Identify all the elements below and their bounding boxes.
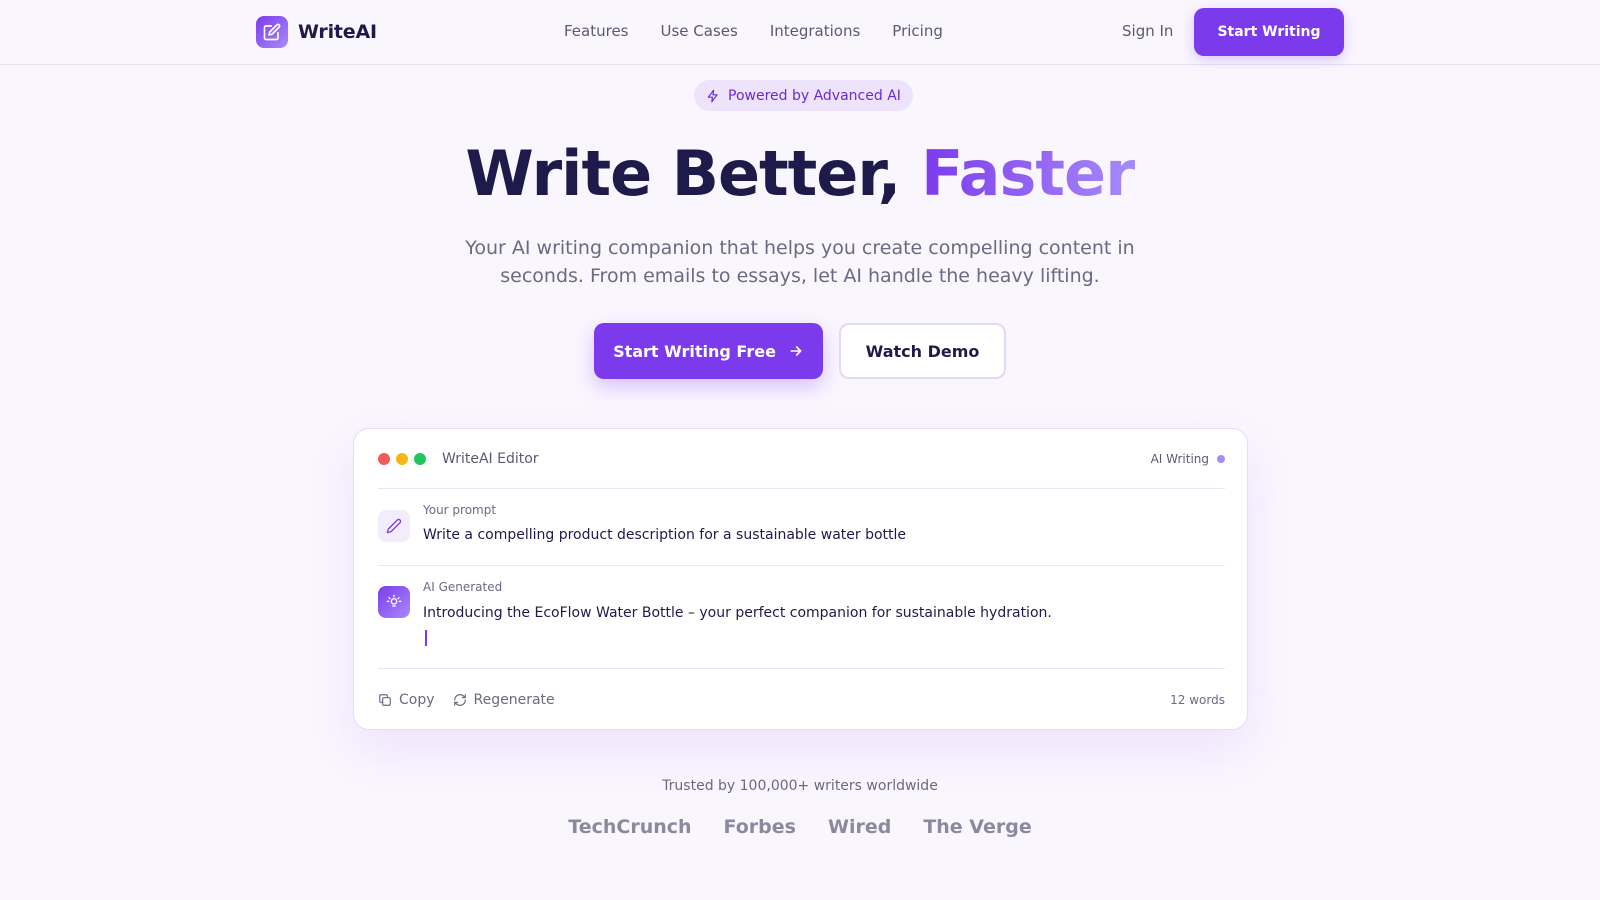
prompt-label: Your prompt [423, 503, 497, 517]
powered-badge: Powered by Advanced AI [694, 80, 913, 111]
copy-label: Copy [399, 692, 435, 708]
logo[interactable]: WriteAI [256, 16, 377, 48]
brand-forbes: Forbes [723, 816, 796, 838]
edit-logo-icon [256, 16, 288, 48]
badge-text: Powered by Advanced AI [728, 87, 901, 104]
editor-header: WriteAI Editor AI Writing [378, 429, 1225, 489]
editor-title: WriteAI Editor [442, 450, 539, 467]
window-dot-red [378, 452, 390, 465]
arrow-right-icon [790, 346, 802, 356]
lightning-icon [707, 89, 718, 102]
nav-link-pricing[interactable]: Pricing [892, 22, 943, 40]
regenerate-button[interactable]: Regenerate [453, 692, 555, 708]
trusted-text: Trusted by 100,000+ writers worldwide [662, 778, 938, 794]
prompt-row: Your prompt Write a compelling product d… [378, 489, 1225, 566]
start-writing-free-label: Start Writing Free [613, 341, 776, 361]
ai-text[interactable]: Introducing the EcoFlow Water Bottle – y… [423, 605, 1052, 621]
window-dot-yellow [396, 452, 408, 465]
pencil-icon [378, 510, 410, 542]
start-writing-button[interactable]: Start Writing [1194, 8, 1344, 56]
start-writing-free-button[interactable]: Start Writing Free [594, 323, 823, 379]
nav-link-features[interactable]: Features [564, 22, 629, 40]
regenerate-label: Regenerate [473, 692, 555, 708]
refresh-icon [453, 694, 466, 706]
lightbulb-icon [378, 586, 410, 618]
nav-link-integrations[interactable]: Integrations [770, 22, 860, 40]
brand-wired: Wired [827, 816, 892, 838]
watch-demo-button[interactable]: Watch Demo [839, 323, 1006, 379]
copy-icon [379, 694, 391, 706]
prompt-text[interactable]: Write a compelling product description f… [423, 527, 906, 543]
top-nav: WriteAI Features Use Cases Integrations … [0, 0, 1600, 65]
ai-status-text: AI Writing [1150, 451, 1209, 466]
word-count: 12 words [1170, 693, 1225, 707]
copy-button[interactable]: Copy [378, 692, 435, 708]
hero-subtitle: Your AI writing companion that helps you… [465, 237, 1135, 287]
window-dot-green [414, 452, 426, 465]
text-cursor [425, 630, 427, 646]
hero-title: Write Better, Faster [0, 136, 1600, 212]
hero-title-main: Write Better, [465, 137, 921, 210]
status-dot [1217, 454, 1225, 463]
ai-label: AI Generated [423, 580, 503, 594]
sign-in-link[interactable]: Sign In [1122, 22, 1173, 40]
nav-links: Features Use Cases Integrations Pricing [564, 22, 943, 40]
ai-output-row: AI Generated Introducing the EcoFlow Wat… [378, 566, 1225, 669]
editor-footer: Copy Regenerate 12 words [378, 669, 1225, 731]
brand-the-verge: The Verge [923, 816, 1032, 838]
hero-title-accent: Faster [920, 137, 1136, 210]
editor-card: WriteAI Editor AI Writing Your prompt Wr… [353, 428, 1248, 730]
nav-link-use-cases[interactable]: Use Cases [661, 22, 738, 40]
brand-techcrunch: TechCrunch [568, 816, 692, 838]
logo-text: WriteAI [298, 21, 377, 43]
brand-list: TechCrunch Forbes Wired The Verge [0, 816, 1600, 838]
ai-status: AI Writing [1151, 452, 1225, 466]
